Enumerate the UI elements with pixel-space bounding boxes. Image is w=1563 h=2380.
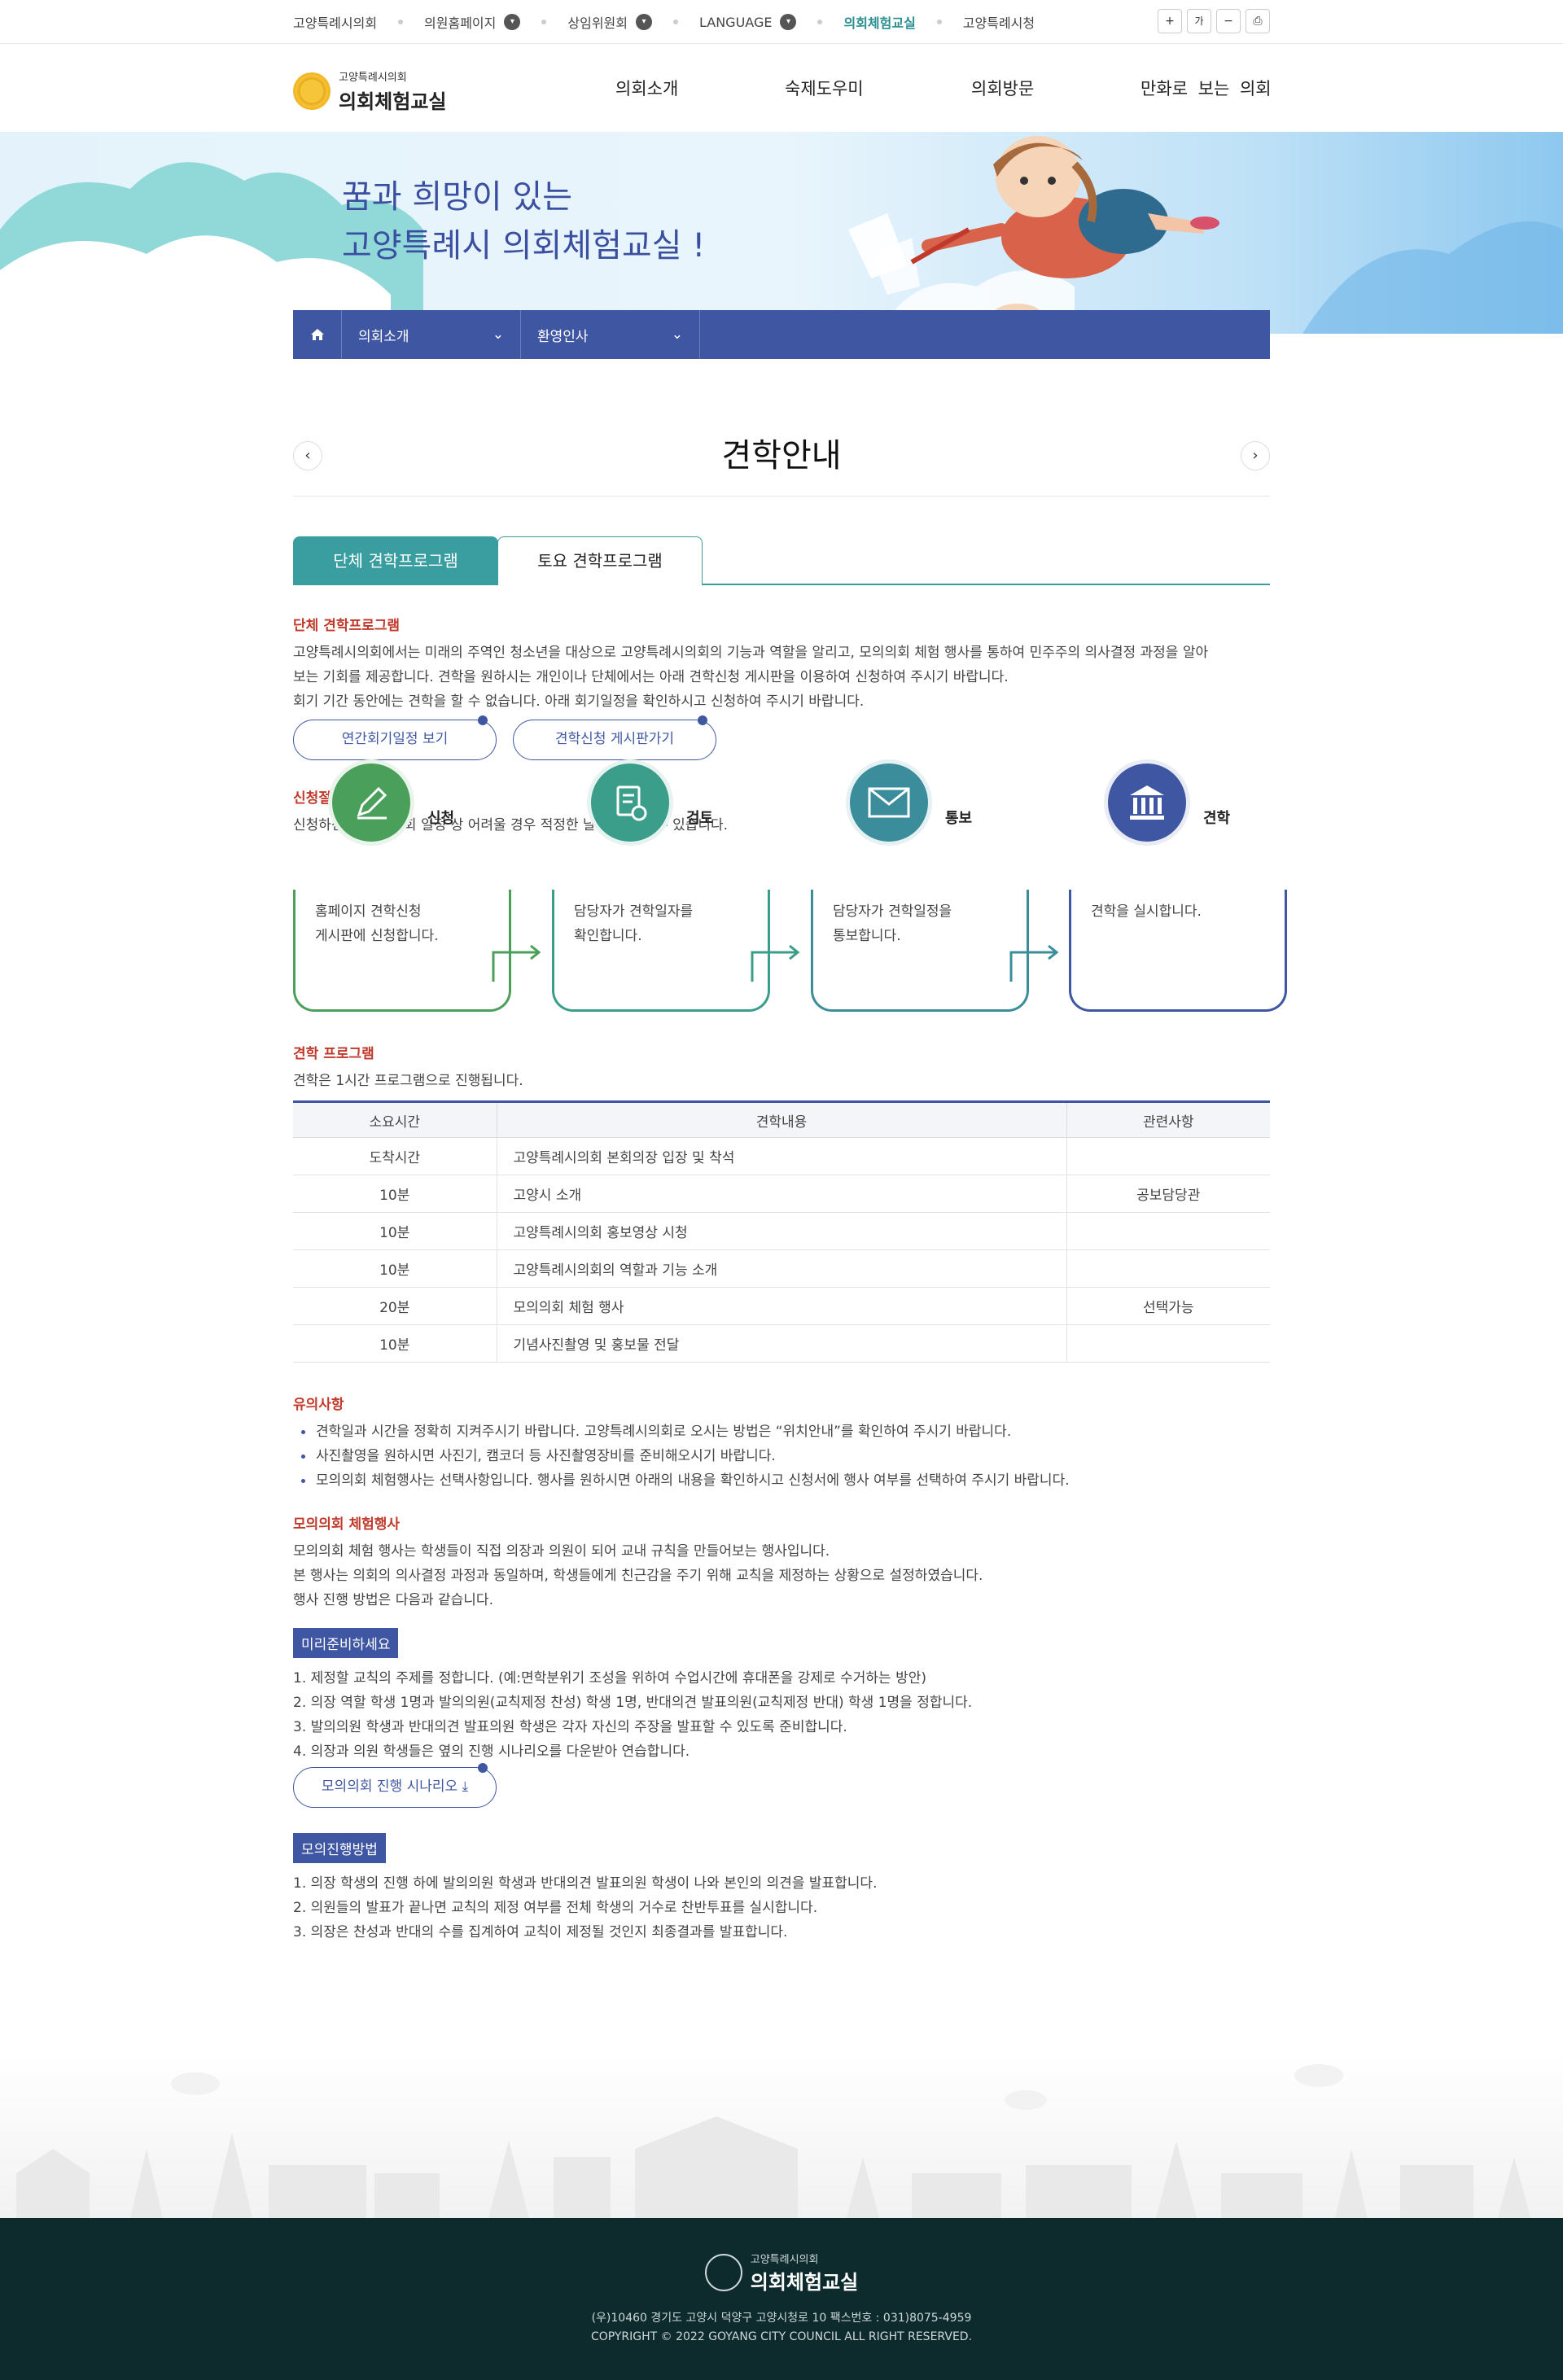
step-apply: 신청 홈페이지 견학신청 게시판에 신청합니다.	[293, 759, 511, 1012]
table-row: 도착시간 고양특례시의회 본회의장 입장 및 착석	[293, 1137, 1270, 1175]
prev-page-button[interactable]: ‹	[293, 441, 322, 470]
site-header: 고양특례시의회 의회체험교실 의회소개 숙제도우미 의회방문 만화로 보는 의회	[0, 44, 1563, 132]
prepare-badge: 미리준비하세요	[293, 1628, 399, 1658]
zoom-out-button[interactable]: −	[1216, 9, 1241, 33]
separator-dot	[398, 20, 404, 24]
separator-dot	[672, 20, 678, 24]
council-emblem-icon	[704, 2254, 742, 2291]
section-title: 단체 견학프로그램	[293, 618, 401, 634]
annual-schedule-button[interactable]: 연간회기일정 보기	[293, 715, 497, 760]
chevron-down-icon: ⌄	[671, 326, 683, 343]
home-button[interactable]	[293, 310, 342, 359]
zoom-in-button[interactable]: +	[1158, 9, 1182, 33]
breadcrumb: 의회소개 ⌄ 환영인사 ⌄	[293, 310, 1270, 359]
tab-saturday-program[interactable]: 토요 견학프로그램	[497, 536, 703, 585]
list-item: 1. 의장 학생의 진행 하에 발의의원 학생과 반대의견 발표의원 학생이 나…	[293, 1875, 878, 1892]
chevron-down-icon[interactable]: ▾	[504, 14, 521, 30]
table-row: 20분 모의의회 체험 행사 선택가능	[293, 1287, 1270, 1325]
banner-headline: 꿈과 희망이 있는 고양특례시 의회체험교실 !	[342, 178, 706, 265]
program-tabs: 단체 견학프로그램 토요 견학프로그램	[293, 536, 1270, 585]
step-visit: 견학 견학을 실시합니다.	[1069, 759, 1287, 1012]
council-emblem-icon	[293, 72, 331, 110]
util-link-city-hall[interactable]: 고양특례시청	[963, 12, 1035, 32]
list-item: 3. 의장은 찬성과 반대의 수를 집계하여 교칙이 제정될 것인지 최종결과를…	[293, 1924, 788, 1940]
util-link-experience-class[interactable]: 의회체험교실	[843, 12, 915, 32]
logo-title: 의회체험교실	[339, 90, 447, 113]
application-board-button[interactable]: 견학신청 게시판가기	[513, 715, 716, 760]
document-check-icon	[587, 759, 673, 846]
scenario-download-button[interactable]: 모의의회 진행 시나리오 ⤓	[293, 1763, 497, 1808]
mock-council-section: 모의의회 체험행사 모의의회 체험 행사는 학생들이 직접 의장과 의원이 되어…	[293, 1512, 1270, 1612]
util-link-language[interactable]: LANGUAGE ▾	[699, 14, 797, 30]
list-item: 사진촬영을 원하시면 사진기, 캠코더 등 사진촬영장비를 준비해오시기 바랍니…	[293, 1444, 1270, 1468]
next-page-button[interactable]: ›	[1241, 441, 1270, 470]
table-row: 10분 고양특례시의회의 역할과 기능 소개	[293, 1249, 1270, 1288]
list-item: 2. 의장 역할 학생 1명과 발의의원(교칙제정 찬성) 학생 1명, 반대의…	[293, 1695, 973, 1711]
list-item: 모의의회 체험행사는 선택사항입니다. 행사를 원하시면 아래의 내용을 확인하…	[293, 1468, 1270, 1493]
section-title: 유의사항	[293, 1397, 344, 1413]
util-link-member-homepage[interactable]: 의원홈페이지 ▾	[424, 12, 521, 32]
separator-dot	[936, 20, 942, 24]
site-logo[interactable]: 고양특례시의회 의회체험교실	[293, 68, 446, 114]
section-title: 모의의회 체험행사	[293, 1516, 401, 1533]
separator-dot	[541, 20, 547, 24]
separator-dot	[817, 20, 823, 24]
visit-program-section: 견학 프로그램 견학은 1시간 프로그램으로 진행됩니다.	[293, 1042, 1270, 1093]
notes-section: 유의사항 견학일과 시간을 정확히 지켜주시기 바랍니다. 고양특례시의회로 오…	[293, 1393, 1270, 1493]
util-link-committee[interactable]: 상임위원회 ▾	[567, 12, 652, 32]
tab-group-program[interactable]: 단체 견학프로그램	[293, 536, 498, 585]
building-icon	[1104, 759, 1190, 846]
font-reset-button[interactable]: 가	[1187, 9, 1211, 33]
flying-girl-illustration	[848, 136, 1219, 326]
utility-links: 고양특례시의회 의원홈페이지 ▾ 상임위원회 ▾ LANGUAGE ▾ 의회체험교실 …	[293, 0, 1035, 44]
footer-address: (우)10460 경기도 고양시 덕양구 고양시청로 10 팩스번호 : 031…	[591, 2312, 972, 2325]
util-link-council[interactable]: 고양특례시의회	[293, 12, 377, 32]
logo-subtitle: 고양특례시의회	[339, 72, 407, 84]
step-review: 검토 담당자가 견학일자를 확인합니다.	[552, 759, 770, 1012]
table-row: 10분 고양시 소개 공보담당관	[293, 1175, 1270, 1213]
list-item: 견학일과 시간을 정확히 지켜주시기 바랍니다. 고양특례시의회로 오시는 방법…	[293, 1420, 1270, 1444]
table-header-row: 소요시간 견학내용 관련사항	[293, 1101, 1270, 1138]
hero-banner: 꿈과 희망이 있는 고양특례시 의회체험교실 !	[0, 132, 1563, 334]
font-tools: + 가 − ⎙	[1158, 9, 1270, 33]
group-program-section: 단체 견학프로그램 고양특례시의회에서는 미래의 주역인 청소년을 대상으로 고…	[293, 614, 1270, 714]
pencil-icon	[328, 759, 414, 846]
list-item: 3. 발의의원 학생과 반대의견 발표의원 학생은 각자 자신의 주장을 발표할…	[293, 1719, 847, 1735]
arrow-right-icon	[751, 944, 800, 982]
footer-logo: 고양특례시의회 의회체험교실	[0, 2251, 1563, 2295]
page-title-area: ‹ 견학안내 ›	[293, 423, 1270, 497]
breadcrumb-dropdown-2[interactable]: 환영인사 ⌄	[521, 310, 700, 359]
arrow-right-icon	[492, 944, 541, 982]
section-title: 견학 프로그램	[293, 1046, 374, 1062]
nav-item-homework[interactable]: 숙제도우미	[785, 44, 864, 132]
download-icon: ⤓	[462, 1778, 469, 1795]
arrow-right-icon	[1009, 944, 1059, 982]
nav-item-cartoon[interactable]: 만화로 보는 의회	[1141, 44, 1272, 132]
home-icon	[310, 329, 324, 340]
cloud-illustration	[0, 162, 1563, 334]
method-section: 모의진행방법 1. 의장 학생의 진행 하에 발의의원 학생과 반대의견 발표의…	[293, 1833, 1270, 1945]
program-table: 소요시간 견학내용 관련사항 도착시간 고양특례시의회 본회의장 입장 및 착석 …	[293, 1100, 1270, 1363]
list-item: 1. 제정할 교칙의 주제를 정합니다. (예:면학분위기 조성을 위하여 수업…	[293, 1670, 926, 1687]
chevron-down-icon: ⌄	[492, 326, 504, 343]
step-notify: 통보 담당자가 견학일정을 통보합니다.	[811, 759, 1029, 1012]
table-row: 10분 고양특례시의회 홍보영상 시청	[293, 1212, 1270, 1250]
footer-copyright: COPYRIGHT © 2022 GOYANG CITY COUNCIL ALL…	[590, 2330, 973, 2343]
utility-bar: 고양특례시의회 의원홈페이지 ▾ 상임위원회 ▾ LANGUAGE ▾ 의회체험교실 …	[0, 0, 1563, 44]
breadcrumb-dropdown-1[interactable]: 의회소개 ⌄	[342, 310, 521, 359]
envelope-icon	[846, 759, 932, 846]
chevron-down-icon[interactable]: ▾	[780, 14, 797, 30]
print-icon[interactable]: ⎙	[1246, 9, 1270, 33]
town-illustration	[0, 2051, 1563, 2218]
method-badge: 모의진행방법	[293, 1833, 386, 1863]
table-row: 10분 기념사진촬영 및 홍보물 전달	[293, 1324, 1270, 1363]
list-item: 2. 의원들의 발표가 끝나면 교칙의 제정 여부를 전체 학생의 거수로 찬반…	[293, 1900, 818, 1916]
list-item: 4. 의장과 의원 학생들은 옆의 진행 시나리오를 다운받아 연습합니다.	[293, 1743, 690, 1760]
nav-item-visit[interactable]: 의회방문	[971, 44, 1034, 132]
nav-item-about[interactable]: 의회소개	[615, 44, 678, 132]
page-title: 견학안내	[721, 437, 842, 475]
prepare-section: 미리준비하세요 1. 제정할 교칙의 주제를 정합니다. (예:면학분위기 조성…	[293, 1628, 1270, 1764]
chevron-down-icon[interactable]: ▾	[635, 14, 652, 30]
site-footer: 고양특례시의회 의회체험교실 (우)10460 경기도 고양시 덕양구 고양시청…	[0, 2218, 1563, 2380]
